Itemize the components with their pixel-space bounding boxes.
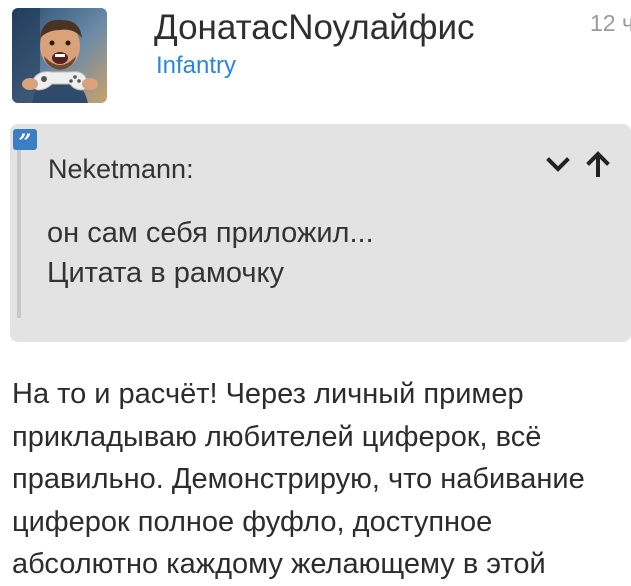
arrow-up-icon[interactable]	[581, 148, 615, 182]
post-line: На то и расчёт! Через личный пример	[12, 378, 524, 410]
post-line: правильно. Демонстрирую, что набивание	[12, 463, 585, 495]
quote-bar	[17, 150, 21, 318]
avatar-image	[12, 8, 107, 103]
post-time: 12 ч	[590, 10, 631, 36]
quote-icon: ”	[13, 129, 37, 150]
avatar[interactable]	[12, 8, 107, 103]
quote-line: он сам себя приложил...	[47, 217, 374, 249]
author-rank: Infantry	[156, 52, 237, 79]
post-line: абсолютно каждому желающему в этой	[12, 548, 546, 580]
author-name[interactable]: ДонатасNоулайфис	[154, 8, 475, 48]
quote-text: он сам себя приложил... Цитата в рамочку	[47, 213, 374, 293]
chevron-down-icon[interactable]	[541, 148, 575, 182]
quote-line: Цитата в рамочку	[47, 257, 285, 289]
post-line: циферок полное фуфло, доступное	[12, 505, 493, 538]
quote-author: Neketmann:	[48, 154, 194, 184]
post-body: На то и расчёт! Через личный пример прик…	[12, 373, 631, 586]
post-line: прикладываю любителей циферок, всё	[12, 420, 542, 453]
